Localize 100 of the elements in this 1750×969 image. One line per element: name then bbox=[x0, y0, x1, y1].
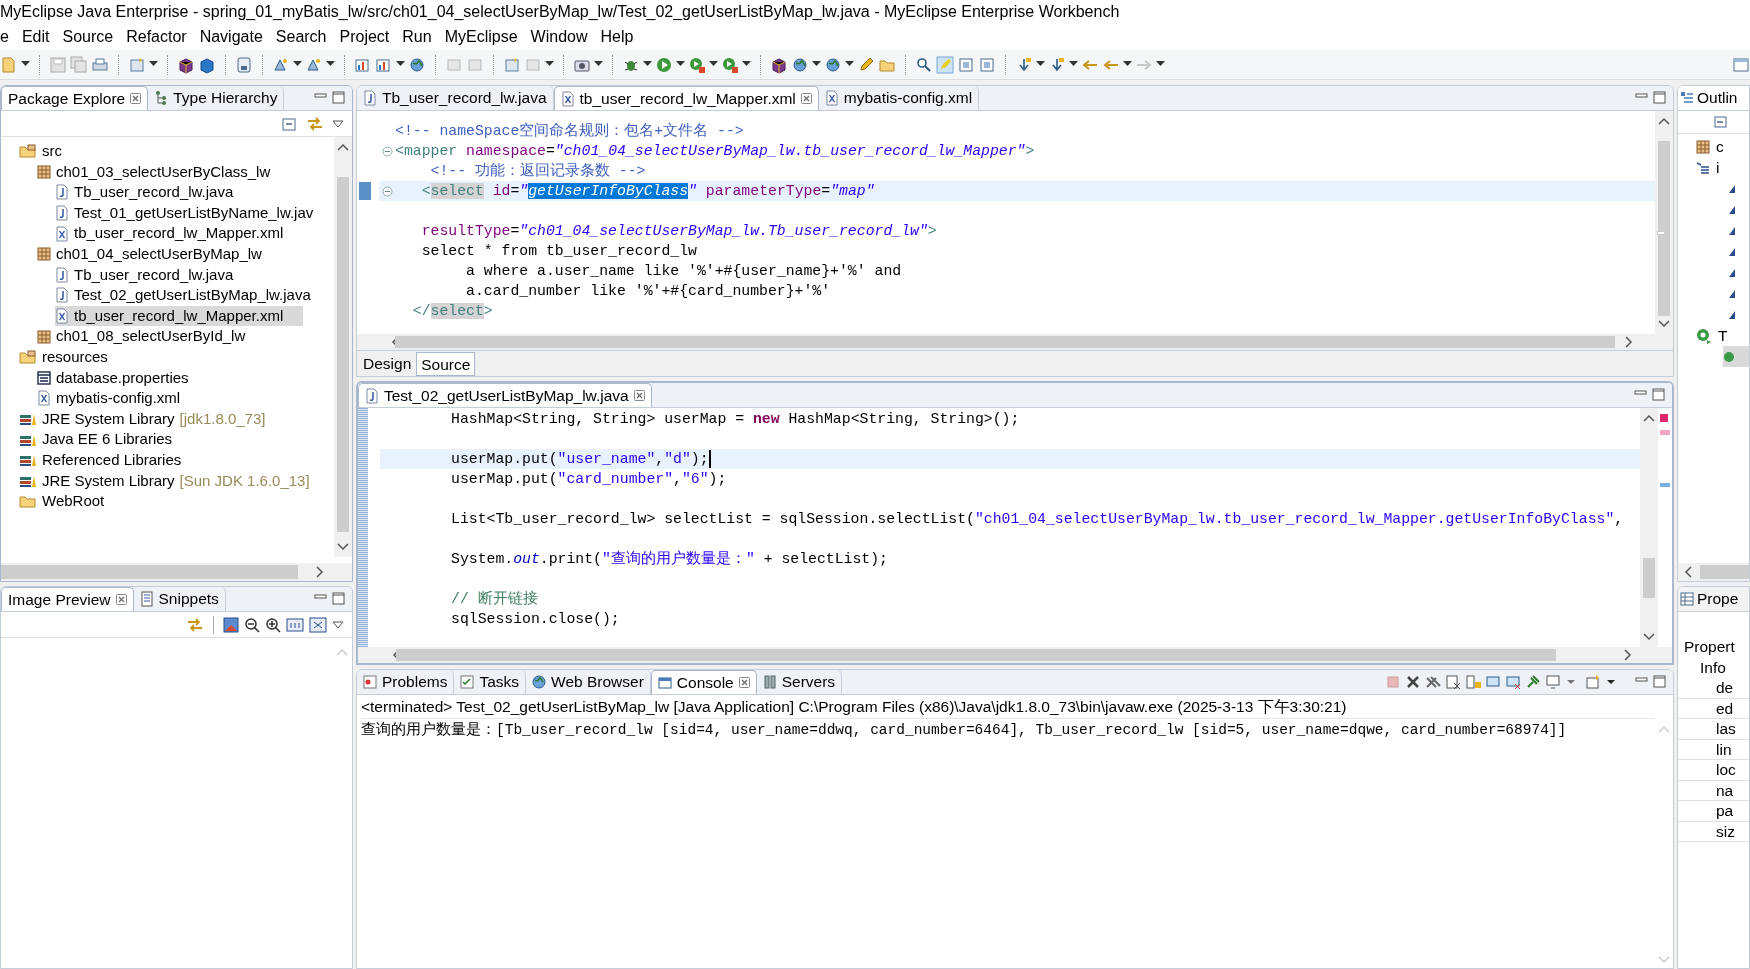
scroll-down-icon[interactable] bbox=[1658, 320, 1670, 328]
pin-icon[interactable] bbox=[1525, 674, 1541, 690]
tab[interactable]: Image Preview bbox=[1, 587, 134, 611]
tree-item[interactable]: src bbox=[19, 141, 82, 162]
scroll-up-icon[interactable] bbox=[1643, 414, 1655, 422]
pencil-icon[interactable] bbox=[857, 55, 875, 74]
search-icon[interactable] bbox=[915, 55, 933, 74]
maximize-icon[interactable] bbox=[1653, 91, 1667, 105]
run-config-icon[interactable] bbox=[721, 55, 739, 74]
close-icon[interactable] bbox=[115, 594, 127, 605]
link-icon[interactable] bbox=[186, 616, 204, 633]
tab[interactable]: Console bbox=[650, 670, 757, 694]
tab[interactable]: Snippets bbox=[133, 587, 226, 611]
close-icon[interactable] bbox=[130, 93, 142, 104]
menu-item[interactable]: Run bbox=[402, 25, 432, 49]
menu-item[interactable]: Search bbox=[275, 25, 327, 49]
maximize-icon[interactable] bbox=[1653, 675, 1667, 689]
menu-item[interactable]: Refactor bbox=[126, 25, 187, 49]
tab[interactable]: Source bbox=[416, 352, 476, 376]
tab[interactable]: Package Explore bbox=[1, 86, 149, 110]
tree-item[interactable]: Tb_user_record_lw.java bbox=[55, 264, 254, 286]
remove-launch-icon[interactable] bbox=[1405, 674, 1421, 690]
tree-item[interactable]: Referenced Libraries bbox=[19, 449, 202, 471]
server-icon[interactable] bbox=[235, 55, 253, 74]
maximize-icon[interactable] bbox=[332, 91, 346, 105]
tab[interactable]: Test_02_getUserListByMap_lw.java bbox=[358, 383, 652, 407]
tree-item[interactable]: JRE System Library [jdk1.8.0_73] bbox=[19, 408, 286, 430]
outline-item[interactable]: i bbox=[1696, 157, 1749, 178]
maximize-icon[interactable] bbox=[1652, 388, 1666, 402]
menu-item[interactable]: Source bbox=[62, 25, 114, 49]
globe-icon[interactable] bbox=[824, 55, 842, 74]
close-icon[interactable] bbox=[633, 390, 645, 401]
scroll-left-icon[interactable] bbox=[1684, 566, 1692, 578]
menu-item[interactable]: e bbox=[0, 25, 9, 49]
scroll-down-icon[interactable] bbox=[337, 543, 349, 551]
collapse-icon[interactable] bbox=[381, 185, 393, 197]
collapse-icon[interactable] bbox=[381, 145, 393, 157]
tree-item[interactable]: Java EE 6 Libraries bbox=[19, 429, 193, 450]
tab[interactable]: tb_user_record_lw_Mapper.xml bbox=[553, 86, 819, 110]
snippets-icon bbox=[139, 591, 154, 607]
actual-size-icon[interactable] bbox=[286, 616, 304, 633]
collapse-all-icon[interactable] bbox=[282, 115, 298, 132]
menu-item[interactable]: Help bbox=[600, 25, 634, 49]
tab[interactable]: Problems bbox=[357, 670, 455, 694]
tab[interactable]: Web Browser bbox=[526, 670, 651, 694]
tree-item[interactable]: WebRoot bbox=[19, 491, 125, 512]
fit-icon[interactable] bbox=[309, 616, 327, 633]
tree-item[interactable]: mybatis-config.xml bbox=[37, 388, 201, 409]
display-icon[interactable] bbox=[1545, 674, 1561, 690]
tree-item[interactable]: tb_user_record_lw_Mapper.xml bbox=[55, 223, 304, 244]
close-icon[interactable] bbox=[738, 677, 750, 688]
globe-icon[interactable] bbox=[408, 55, 426, 74]
tree-item[interactable]: Test_01_getUserListByName_lw.jav bbox=[55, 202, 334, 224]
tab[interactable]: Tb_user_record_lw.java bbox=[357, 86, 554, 110]
tree-item[interactable]: ch01_08_selectUserById_lw bbox=[37, 326, 266, 347]
tree-item[interactable]: Test_02_getUserListByMap_lw.java bbox=[55, 285, 331, 306]
tree-item[interactable]: JRE System Library [Sun JDK 1.6.0_13] bbox=[19, 470, 330, 492]
tree-item[interactable]: ch01_04_selectUserByMap_lw bbox=[37, 243, 282, 265]
scroll-right-icon[interactable] bbox=[1624, 649, 1632, 661]
outline-item[interactable]: c bbox=[1696, 136, 1749, 157]
tree-item[interactable]: tb_user_record_lw_Mapper.xml bbox=[55, 305, 304, 327]
globe-icon[interactable] bbox=[791, 55, 809, 74]
tree-item[interactable]: resources bbox=[19, 346, 128, 368]
menu-item[interactable]: MyEclipse bbox=[444, 25, 518, 49]
scroll-right-icon[interactable] bbox=[1625, 336, 1633, 348]
close-icon[interactable] bbox=[800, 93, 812, 104]
tab[interactable]: Type Hierarchy bbox=[148, 86, 285, 110]
scroll-up-icon[interactable] bbox=[1658, 117, 1670, 125]
remove-all-icon[interactable] bbox=[1425, 674, 1441, 690]
menu-item[interactable]: Window bbox=[530, 25, 588, 49]
console-error-icon[interactable] bbox=[1505, 674, 1521, 690]
menu-item[interactable]: Project bbox=[339, 25, 390, 49]
tab[interactable]: Tasks bbox=[454, 670, 527, 694]
zoom-in-icon[interactable] bbox=[265, 616, 281, 633]
menu-item[interactable]: Edit bbox=[21, 25, 50, 49]
tree-item[interactable]: ch01_03_selectUserByClass_lw bbox=[37, 161, 291, 183]
tab[interactable]: Outlin bbox=[1678, 86, 1749, 111]
run-config-icon[interactable] bbox=[688, 55, 706, 74]
menu-item[interactable]: Navigate bbox=[199, 25, 263, 49]
code-line: <select id="getUserInfoByClass" parameterType="map" bbox=[420, 182, 875, 201]
maximize-icon[interactable] bbox=[332, 592, 346, 606]
clear-console-icon[interactable] bbox=[1445, 674, 1461, 690]
zoom-out-icon[interactable] bbox=[244, 616, 260, 633]
scroll-up-icon[interactable] bbox=[337, 143, 349, 151]
collapse-all-icon[interactable] bbox=[1714, 115, 1728, 129]
scroll-down-icon[interactable] bbox=[1643, 633, 1655, 641]
printer-icon[interactable] bbox=[91, 55, 109, 74]
tab[interactable]: Servers bbox=[756, 670, 843, 694]
tree-item[interactable]: Tb_user_record_lw.java bbox=[55, 182, 254, 203]
pin-console-icon[interactable] bbox=[1485, 674, 1501, 690]
tab[interactable]: mybatis-config.xml bbox=[818, 86, 980, 110]
run-icon[interactable] bbox=[655, 55, 673, 74]
view-menu-icon[interactable] bbox=[332, 119, 344, 128]
view-menu-icon[interactable] bbox=[332, 620, 344, 629]
link-icon[interactable] bbox=[306, 115, 324, 132]
outline-item[interactable]: T bbox=[1696, 325, 1749, 346]
image-icon[interactable] bbox=[223, 616, 239, 633]
tab[interactable]: Prope bbox=[1678, 587, 1749, 612]
tree-item[interactable]: database.properties bbox=[37, 367, 209, 389]
scroll-right-icon[interactable] bbox=[316, 566, 324, 578]
